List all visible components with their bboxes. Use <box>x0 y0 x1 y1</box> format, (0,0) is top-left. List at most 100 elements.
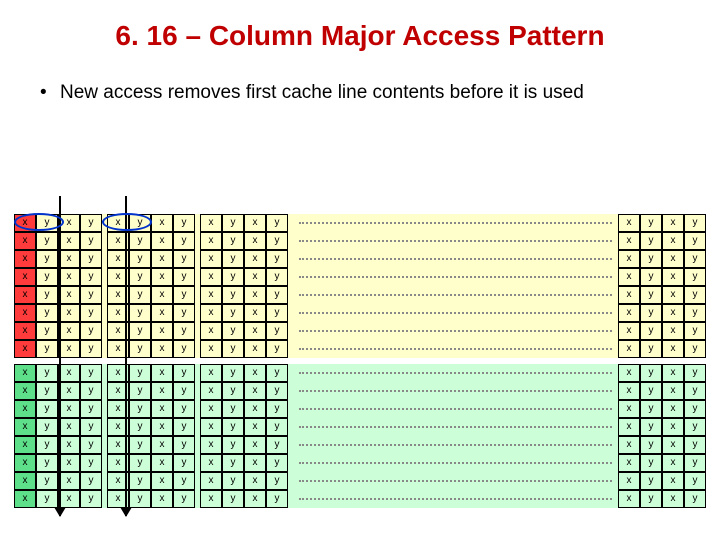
cell-x: x <box>151 268 173 286</box>
ellipsis <box>293 454 618 472</box>
cell-x: x <box>58 340 80 358</box>
cell-x: x <box>618 286 640 304</box>
cell-y: y <box>266 400 288 418</box>
cell-y: y <box>222 472 244 490</box>
cell-x: x <box>58 286 80 304</box>
cell-x: x <box>58 454 80 472</box>
cell-x: x <box>14 250 36 268</box>
memory-block: xyxyxyxyxyxyxyxyxyxyxyxyxyxyxyxyxyxyxyxy… <box>14 364 706 508</box>
cell-x: x <box>244 250 266 268</box>
table-row: xyxyxyxyxyxyxyxy <box>14 268 706 286</box>
cell-x: x <box>244 454 266 472</box>
cell-y: y <box>173 268 195 286</box>
cell-y: y <box>640 232 662 250</box>
cell-y: y <box>173 340 195 358</box>
cell-y: y <box>36 436 58 454</box>
table-row: xyxyxyxyxyxyxyxy <box>14 304 706 322</box>
cell-y: y <box>684 490 706 508</box>
cell-y: y <box>222 232 244 250</box>
cell-y: y <box>222 382 244 400</box>
cell-x: x <box>200 286 222 304</box>
cell-y: y <box>36 400 58 418</box>
cell-y: y <box>80 400 102 418</box>
cell-y: y <box>266 268 288 286</box>
cell-y: y <box>36 472 58 490</box>
cell-y: y <box>222 490 244 508</box>
cell-y: y <box>684 454 706 472</box>
cell-x: x <box>151 322 173 340</box>
cell-y: y <box>266 472 288 490</box>
cell-y: y <box>640 400 662 418</box>
access-arrow-1 <box>59 196 61 516</box>
memory-grid: xyxyxyxyxyxyxyxyxyxyxyxyxyxyxyxyxyxyxyxy… <box>14 214 706 514</box>
cell-x: x <box>200 472 222 490</box>
cell-x: x <box>662 382 684 400</box>
cell-y: y <box>222 454 244 472</box>
cell-y: y <box>222 340 244 358</box>
ellipsis <box>293 250 618 268</box>
cell-y: y <box>640 472 662 490</box>
cell-x: x <box>662 250 684 268</box>
cell-y: y <box>36 232 58 250</box>
cell-y: y <box>640 382 662 400</box>
memory-block: xyxyxyxyxyxyxyxyxyxyxyxyxyxyxyxyxyxyxyxy… <box>14 214 706 358</box>
cell-y: y <box>266 454 288 472</box>
cell-x: x <box>58 304 80 322</box>
cell-x: x <box>14 304 36 322</box>
cell-y: y <box>222 436 244 454</box>
cell-y: y <box>640 454 662 472</box>
cell-x: x <box>662 364 684 382</box>
cell-x: x <box>151 214 173 232</box>
cell-y: y <box>129 472 151 490</box>
cell-y: y <box>684 472 706 490</box>
cell-y: y <box>640 340 662 358</box>
cell-y: y <box>684 250 706 268</box>
cell-y: y <box>129 340 151 358</box>
cell-x: x <box>14 214 36 232</box>
cell-y: y <box>684 382 706 400</box>
cell-y: y <box>80 232 102 250</box>
cell-x: x <box>618 250 640 268</box>
cell-x: x <box>58 382 80 400</box>
table-row: xyxyxyxyxyxyxyxy <box>14 490 706 508</box>
cell-x: x <box>618 436 640 454</box>
cell-y: y <box>36 454 58 472</box>
cell-y: y <box>36 304 58 322</box>
cell-x: x <box>14 436 36 454</box>
ellipsis <box>293 304 618 322</box>
cell-x: x <box>14 454 36 472</box>
cell-x: x <box>200 400 222 418</box>
cell-y: y <box>129 304 151 322</box>
cell-y: y <box>266 490 288 508</box>
cell-x: x <box>58 232 80 250</box>
cell-x: x <box>14 400 36 418</box>
cell-y: y <box>129 232 151 250</box>
cell-y: y <box>173 232 195 250</box>
cell-y: y <box>266 436 288 454</box>
cell-y: y <box>173 418 195 436</box>
cell-y: y <box>640 364 662 382</box>
cell-x: x <box>662 454 684 472</box>
cell-y: y <box>173 214 195 232</box>
cell-y: y <box>80 418 102 436</box>
cell-x: x <box>151 436 173 454</box>
cell-x: x <box>151 304 173 322</box>
table-row: xyxyxyxyxyxyxyxy <box>14 472 706 490</box>
table-row: xyxyxyxyxyxyxyxy <box>14 322 706 340</box>
cell-y: y <box>80 214 102 232</box>
cell-y: y <box>80 364 102 382</box>
cell-x: x <box>244 418 266 436</box>
ellipsis <box>293 400 618 418</box>
cell-x: x <box>618 214 640 232</box>
cell-y: y <box>640 304 662 322</box>
ellipsis <box>293 232 618 250</box>
cell-y: y <box>129 418 151 436</box>
cell-x: x <box>244 304 266 322</box>
cell-x: x <box>244 364 266 382</box>
cell-y: y <box>173 436 195 454</box>
cell-x: x <box>200 214 222 232</box>
cell-x: x <box>244 286 266 304</box>
cell-x: x <box>58 214 80 232</box>
cell-x: x <box>662 214 684 232</box>
cell-y: y <box>222 322 244 340</box>
